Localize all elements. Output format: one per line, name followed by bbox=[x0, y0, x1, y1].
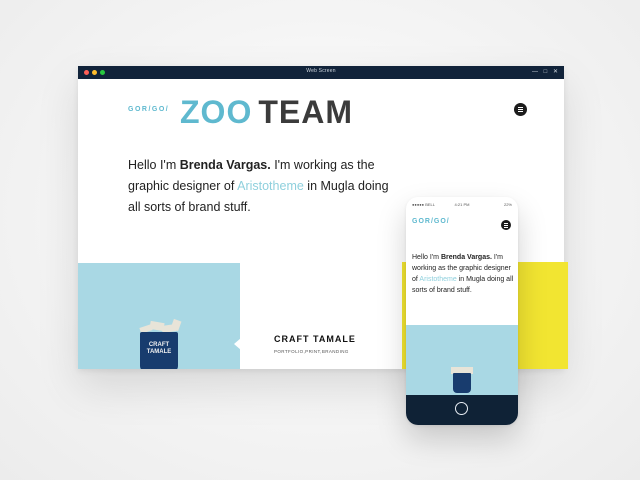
menu-line-icon bbox=[504, 223, 508, 224]
mobile-company-link[interactable]: Aristotheme bbox=[419, 276, 456, 283]
window-title: Web Screen bbox=[306, 68, 336, 74]
close-icon[interactable]: ✕ bbox=[553, 68, 558, 75]
mobile-brand-mark[interactable]: GOR/GO/ bbox=[412, 218, 450, 225]
logo-team: TEAM bbox=[258, 94, 353, 130]
intro-part1: Hello I'm bbox=[128, 158, 180, 172]
project-title[interactable]: CRAFT TAMALE bbox=[274, 334, 356, 344]
mobile-tamale-cup-image bbox=[450, 365, 474, 393]
mobile-intro-part1: Hello I'm bbox=[412, 254, 441, 261]
mobile-hamburger-menu-button[interactable] bbox=[501, 220, 511, 230]
window-titlebar: Web Screen — □ ✕ bbox=[78, 66, 564, 79]
status-time: 4:21 PM bbox=[454, 202, 470, 207]
minimize-icon[interactable]: — bbox=[532, 69, 538, 75]
menu-line-icon bbox=[504, 227, 508, 228]
logo-zoo: ZOO bbox=[180, 94, 253, 130]
cup-label: CRAFT TAMALE bbox=[140, 342, 178, 356]
project-tags: PORTFOLIO,PRINT,BRANDING bbox=[274, 349, 349, 354]
mobile-intro-name: Brenda Vargas. bbox=[440, 254, 492, 261]
intro-text: Hello I'm Brenda Vargas. I'm working as … bbox=[128, 155, 393, 218]
window-controls: — □ ✕ bbox=[528, 68, 558, 75]
hamburger-menu-button[interactable] bbox=[514, 103, 527, 116]
menu-line-icon bbox=[518, 107, 523, 108]
menu-line-icon bbox=[518, 109, 523, 110]
brand-mark[interactable]: GOR/GO/ bbox=[128, 106, 169, 113]
battery-level: 22% bbox=[503, 202, 512, 207]
mobile-intro-text: Hello I'm Brenda Vargas. I'm working as … bbox=[412, 252, 516, 296]
zoo-team-logo: ZOO TEAM bbox=[180, 96, 353, 128]
intro-name: Brenda Vargas. bbox=[179, 158, 271, 172]
thumbnail-pointer bbox=[234, 338, 241, 350]
cup-body bbox=[453, 373, 471, 393]
company-link[interactable]: Aristotheme bbox=[237, 179, 304, 193]
cup-label-line2: TAMALE bbox=[146, 349, 172, 355]
tamale-cup-image: CRAFT TAMALE bbox=[135, 316, 185, 369]
menu-line-icon bbox=[518, 111, 523, 112]
home-button-icon[interactable] bbox=[455, 402, 468, 415]
cup-label-line1: CRAFT bbox=[148, 342, 170, 348]
mobile-device: ●●●●● BELL 4:21 PM 22% GOR/GO/ Hello I'm… bbox=[406, 197, 518, 425]
menu-line-icon bbox=[504, 225, 508, 226]
restore-icon[interactable]: □ bbox=[544, 69, 548, 75]
